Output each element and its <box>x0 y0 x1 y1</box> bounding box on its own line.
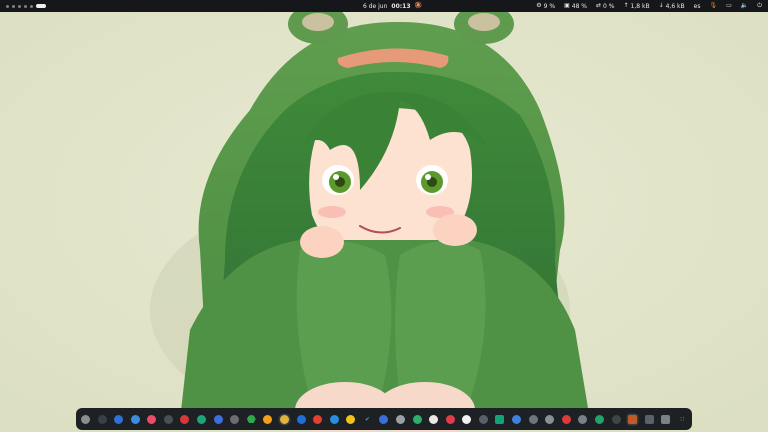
dock-app-8-icon[interactable] <box>197 414 207 424</box>
dock-app-9-icon[interactable] <box>213 414 223 424</box>
dock-app-37-icon[interactable]: ∷ <box>678 415 687 424</box>
net-up-indicator[interactable]: ↑ 1,8 kB <box>623 3 649 10</box>
memory-indicator[interactable]: ▣ 48 % <box>564 3 587 10</box>
dock-app-33-icon[interactable] <box>611 414 621 424</box>
swap-value: 0 % <box>603 2 615 10</box>
dock-app-36-icon[interactable] <box>661 414 671 424</box>
dock-app-4-icon[interactable] <box>130 414 140 424</box>
dock-app-28-icon[interactable] <box>528 414 538 424</box>
dock-app-24-icon[interactable] <box>462 414 472 424</box>
dock-app-19-icon[interactable] <box>379 414 389 424</box>
dock-app-21-icon[interactable] <box>412 414 422 424</box>
workspace-active[interactable] <box>36 4 46 8</box>
dock-app-7-icon[interactable] <box>180 414 190 424</box>
workspace-dot[interactable] <box>6 4 9 8</box>
workspace-dot[interactable] <box>12 4 15 8</box>
workspace-indicator[interactable] <box>6 4 46 8</box>
dock-app-3-icon[interactable] <box>114 414 124 424</box>
dock-app-1-icon[interactable] <box>81 414 90 424</box>
clock-date: 6 de jun <box>363 2 388 10</box>
dock-app-10-icon[interactable] <box>230 414 240 424</box>
bell-off-icon: 🔕 <box>414 2 422 9</box>
system-tray: ⚙ 9 % ▣ 48 % ⇄ 0 % ↑ 1,8 kB ↓ 4,6 kB es … <box>536 0 762 12</box>
memory-value: 48 % <box>571 2 588 10</box>
swap-indicator[interactable]: ⇄ 0 % <box>596 3 614 10</box>
swap-icon: ⇄ <box>596 2 602 9</box>
dock-app-32-icon[interactable] <box>594 414 604 424</box>
dock-app-20-icon[interactable] <box>395 414 405 424</box>
top-bar: 6 de jun 00:13 🔕 ⚙ 9 % ▣ 48 % ⇄ 0 % ↑ 1,… <box>0 0 768 12</box>
dock-app-35-icon[interactable] <box>644 414 654 424</box>
workspace-dot[interactable] <box>24 4 27 8</box>
desktop-wallpaper <box>0 12 768 432</box>
arrow-up-icon: ↑ <box>623 2 629 9</box>
net-up-value: 1,8 kB <box>630 2 650 10</box>
workspace-dot[interactable] <box>18 4 21 8</box>
dock-app-15-icon[interactable] <box>313 414 323 424</box>
microphone-icon[interactable]: 🎙 <box>709 3 717 9</box>
power-icon[interactable]: ⏻ <box>757 3 762 9</box>
clock[interactable]: 6 de jun 00:13 🔕 <box>363 0 422 12</box>
cpu-value: 9 % <box>543 2 556 10</box>
dock-app-11-icon[interactable] <box>246 414 256 424</box>
dock-app-14-icon[interactable] <box>296 414 306 424</box>
dock-app-30-icon[interactable] <box>561 414 571 424</box>
dock-app-13-icon[interactable] <box>279 414 289 424</box>
dock: ✔ ∷ <box>76 408 692 430</box>
arrow-down-icon: ↓ <box>658 2 664 9</box>
dock-app-18-icon[interactable]: ✔ <box>363 415 372 424</box>
clock-time: 00:13 <box>391 2 411 10</box>
dock-app-26-icon[interactable] <box>495 414 505 424</box>
net-down-value: 4,6 kB <box>665 2 685 10</box>
dock-app-5-icon[interactable] <box>147 414 157 424</box>
cpu-icon: ⚙ <box>536 2 542 9</box>
dock-app-6-icon[interactable] <box>163 414 173 424</box>
dock-app-12-icon[interactable] <box>263 414 273 424</box>
cpu-indicator[interactable]: ⚙ 9 % <box>536 3 555 10</box>
dock-app-2-icon[interactable] <box>97 414 107 424</box>
dock-app-25-icon[interactable] <box>478 414 488 424</box>
workspace-dot[interactable] <box>30 4 33 8</box>
dock-app-23-icon[interactable] <box>445 414 455 424</box>
dock-app-34-icon[interactable] <box>628 414 638 424</box>
dock-app-22-icon[interactable] <box>429 414 439 424</box>
volume-icon[interactable]: 🔈 <box>741 3 748 9</box>
display-icon[interactable]: ▭ <box>726 3 732 9</box>
dock-app-16-icon[interactable] <box>329 414 339 424</box>
dock-app-17-icon[interactable] <box>346 414 356 424</box>
keyboard-layout[interactable]: es <box>694 3 701 10</box>
memory-icon: ▣ <box>564 2 570 9</box>
dock-app-29-icon[interactable] <box>545 414 555 424</box>
dock-app-31-icon[interactable] <box>578 414 588 424</box>
net-down-indicator[interactable]: ↓ 4,6 kB <box>659 3 685 10</box>
dock-app-27-icon[interactable] <box>512 414 522 424</box>
